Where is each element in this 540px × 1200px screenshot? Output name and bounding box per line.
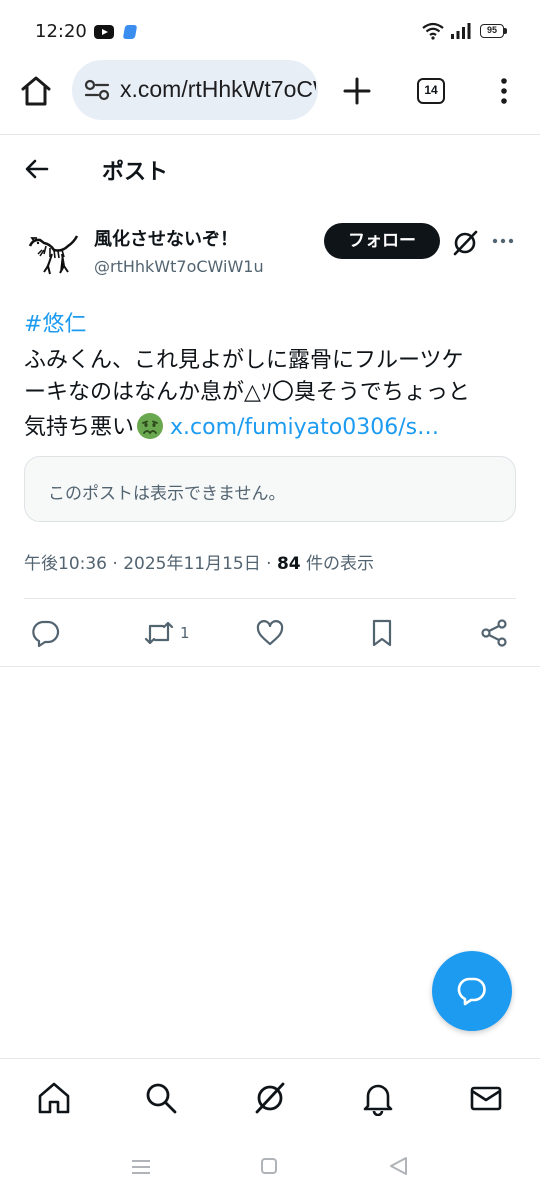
post-text-line: ーキなのはなんか息が△ｿ〇臭そうでちょっと [24,380,470,405]
retweet-count: 1 [180,624,190,642]
compose-reply-button[interactable] [432,951,512,1031]
page-title: ポスト [102,160,169,185]
signal-icon [450,22,472,40]
nav-home-icon[interactable] [36,1080,72,1116]
youtube-icon [94,25,114,39]
hashtag-link[interactable]: #悠仁 [24,306,86,338]
nauseated-face-emoji-icon [136,412,164,440]
retweet-icon[interactable] [143,618,174,648]
author-handle[interactable]: @rtHhkWt7oCWiW1u [94,257,264,276]
post-text-line: ふみくん、これ見よがしに露骨にフルーツケ [24,348,464,373]
back-arrow-icon[interactable] [22,154,52,184]
views-count: 84 [276,554,301,574]
status-time: 12:20 [35,21,87,42]
post-time[interactable]: 午後10:36 [24,554,107,574]
nav-grok-icon[interactable] [252,1080,288,1116]
more-options-icon[interactable] [492,237,514,245]
battery-level: 95 [486,25,497,35]
system-home-icon[interactable] [261,1158,277,1174]
recents-icon[interactable] [131,1158,151,1176]
divider [24,598,516,599]
bookmark-icon[interactable] [367,618,397,648]
divider [0,666,540,667]
site-settings-icon[interactable] [84,78,110,102]
nav-messages-envelope-icon[interactable] [468,1080,504,1116]
post-text-line-end: 気持ち悪い [24,415,135,440]
avatar[interactable] [24,224,80,280]
author-display-name[interactable]: 風化させないぞ！ [94,225,238,251]
quoted-post-message: このポストは表示できません。 [48,484,286,504]
like-heart-icon[interactable] [255,618,285,648]
post-link[interactable]: x.com/fumiyato0306/s… [170,415,439,440]
follow-button[interactable]: フォロー [324,223,440,259]
nav-notifications-bell-icon[interactable] [360,1080,396,1116]
browser-menu-icon[interactable] [494,76,514,106]
post-text-line: 気持ち悪い x.com/fumiyato0306/s… [24,409,439,441]
post-meta: 午後10:36 · 2025年11月15日 · 84 件の表示 [24,554,375,574]
nav-search-icon[interactable] [143,1080,179,1116]
wifi-icon [422,22,444,40]
new-tab-button[interactable] [340,74,374,108]
system-back-icon[interactable] [388,1156,408,1176]
reply-bubble-icon [457,977,486,1006]
battery-icon: 95 [480,24,504,38]
url-text[interactable]: x.com/rtHhkWt7oCWiW1u [120,76,316,103]
post-date[interactable]: 2025年11月15日 [123,554,261,574]
views-label: 件の表示 [306,554,375,574]
tab-switcher-button[interactable]: 14 [417,78,445,104]
battery-tip [504,28,507,34]
grok-icon[interactable] [450,228,480,258]
share-icon[interactable] [479,618,509,648]
reply-icon[interactable] [31,618,61,648]
browser-home-button[interactable] [16,73,56,109]
